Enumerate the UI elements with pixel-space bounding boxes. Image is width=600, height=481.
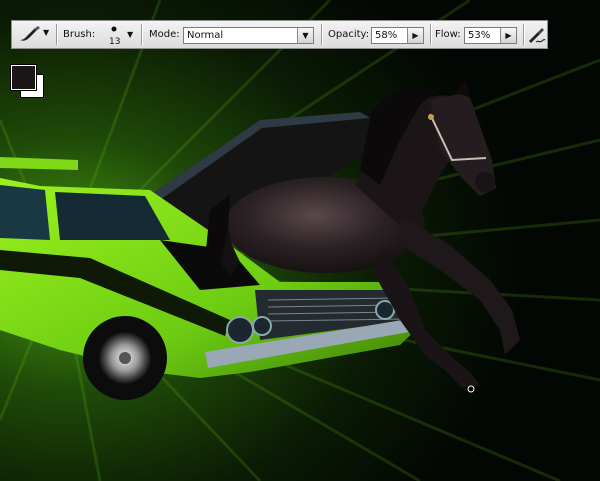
airbrush-icon [529,28,546,43]
tool-options-bar: ▼ Brush: 13 ▼ Mode: Normal ▼ Opacity: 58… [11,20,548,49]
brush-size: 13 [109,37,121,47]
color-swatches [10,64,47,101]
flow-label: Flow: [435,29,461,40]
brush-dot-icon [111,26,117,32]
flow-value: 53% [468,30,491,41]
separator [141,24,143,45]
separator [523,24,525,45]
chevron-down-icon[interactable]: ▼ [127,30,133,39]
separator [430,24,432,45]
triangle-right-icon[interactable]: ▶ [500,28,516,43]
flow-field[interactable]: 53% ▶ [464,27,517,44]
chevron-down-icon: ▼ [43,28,50,37]
opacity-value: 58% [375,30,398,41]
brush-picker[interactable]: 13 [102,23,126,48]
svg-text:T/A: T/A [62,266,83,279]
mode-select[interactable]: Normal ▼ [183,27,314,44]
opacity-field[interactable]: 58% ▶ [371,27,424,44]
separator [56,24,58,45]
tool-preset-picker[interactable]: ▼ [16,24,50,45]
brush-label: Brush: [63,29,96,40]
triangle-right-icon[interactable]: ▶ [407,28,423,43]
chevron-down-icon[interactable]: ▼ [297,28,313,43]
document-canvas[interactable]: T/A [0,0,600,481]
airbrush-toggle[interactable] [526,24,547,45]
foreground-color-swatch[interactable] [10,64,37,91]
opacity-label: Opacity: [328,29,370,40]
mode-value: Normal [187,30,224,41]
mode-label: Mode: [149,29,180,40]
separator [321,24,323,45]
